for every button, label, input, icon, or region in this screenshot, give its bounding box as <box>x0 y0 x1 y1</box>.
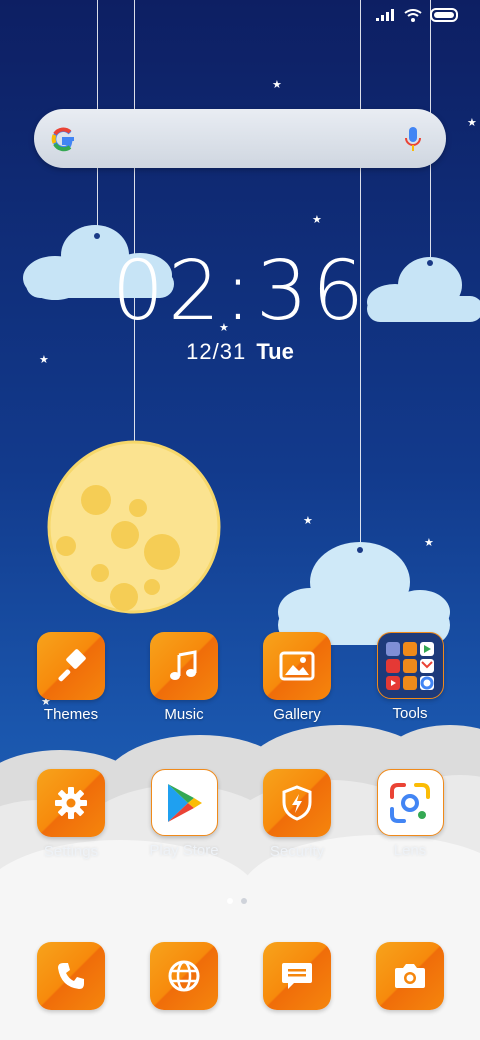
phone-icon <box>58 963 84 989</box>
clock-date[interactable]: 12/31 Tue <box>0 339 480 365</box>
app-label: Settings <box>43 843 99 860</box>
camera-tile <box>376 942 444 1010</box>
app-music[interactable]: Music <box>129 632 239 723</box>
dock-messages[interactable] <box>242 942 352 1010</box>
paintbrush-icon <box>58 649 86 682</box>
dock-camera[interactable] <box>355 942 465 1010</box>
wifi-icon <box>404 8 422 22</box>
page-dot <box>241 898 247 904</box>
shield-bolt-icon <box>282 785 312 821</box>
moon-decoration <box>47 440 221 614</box>
app-label: Music <box>164 706 204 723</box>
app-label: Lens <box>393 842 427 859</box>
messages-icon <box>282 963 312 989</box>
status-bar <box>376 8 460 22</box>
app-play-store[interactable]: Play Store <box>129 769 239 859</box>
folder-tile <box>376 632 444 699</box>
lens-tile <box>376 769 444 836</box>
app-label: Gallery <box>273 706 321 723</box>
dock-browser[interactable] <box>129 942 239 1010</box>
gallery-icon <box>279 651 315 681</box>
play-store-tile <box>150 769 218 836</box>
app-security[interactable]: Security <box>242 769 352 860</box>
page-indicator[interactable] <box>227 898 247 904</box>
app-label: Security <box>269 843 325 860</box>
settings-tile <box>37 769 105 837</box>
app-label: Play Store <box>149 842 219 859</box>
play-store-icon <box>168 783 202 822</box>
app-tools-folder[interactable]: Tools <box>355 632 465 722</box>
browser-globe-icon <box>168 960 200 992</box>
security-tile <box>263 769 331 837</box>
camera-icon <box>395 964 425 988</box>
app-themes[interactable]: Themes <box>16 632 126 723</box>
app-gallery[interactable]: Gallery <box>242 632 352 723</box>
signal-bars-icon <box>376 9 394 21</box>
themes-tile <box>37 632 105 700</box>
app-lens[interactable]: Lens <box>355 769 465 859</box>
app-label: Themes <box>43 706 99 723</box>
date-text: 12/31 <box>186 339 247 364</box>
battery-icon <box>430 8 458 22</box>
google-g-icon <box>51 127 74 152</box>
phone-tile <box>37 942 105 1010</box>
browser-tile <box>150 942 218 1010</box>
dock-phone[interactable] <box>16 942 126 1010</box>
music-note-icon <box>170 650 197 680</box>
music-tile <box>150 632 218 700</box>
home-screen: ★ ★ ★ ★ ★ ★ ★ ★ 02:36 12/31 Tue Themes M… <box>0 0 480 1040</box>
app-label: Tools <box>392 705 428 722</box>
messages-tile <box>263 942 331 1010</box>
lens-icon <box>390 782 430 823</box>
gear-icon <box>55 787 87 819</box>
folder-icon <box>386 641 434 690</box>
search-bar[interactable] <box>34 109 446 168</box>
clock-time[interactable]: 02:36 <box>0 244 480 339</box>
weekday-text: Tue <box>256 339 294 364</box>
gallery-tile <box>263 632 331 700</box>
microphone-icon[interactable] <box>404 125 422 153</box>
cloud-decoration <box>278 542 450 645</box>
page-dot-active <box>227 898 233 904</box>
app-settings[interactable]: Settings <box>16 769 126 860</box>
